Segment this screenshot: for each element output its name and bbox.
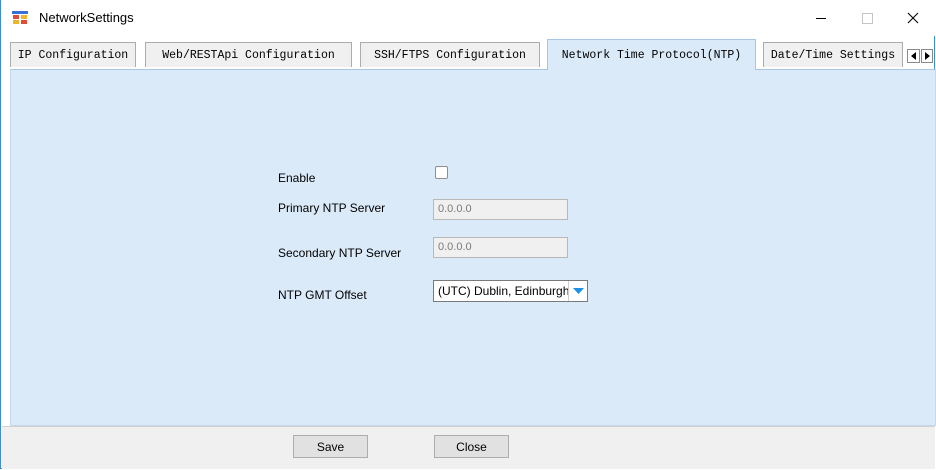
tab-web-restapi-configuration[interactable]: Web/RESTApi Configuration <box>145 42 352 67</box>
ntp-gmt-offset-select[interactable]: (UTC) Dublin, Edinburgh, <box>433 280 588 302</box>
minimize-icon <box>816 18 826 19</box>
save-button[interactable]: Save <box>293 435 368 458</box>
ntp-settings-panel: Enable Primary NTP Server 0.0.0.0 Second… <box>10 69 936 426</box>
close-icon <box>907 12 919 24</box>
dropdown-button[interactable] <box>568 281 587 301</box>
network-settings-window: NetworkSettings IP Configuration Web/RES… <box>0 0 936 469</box>
tab-network-time-protocol[interactable]: Network Time Protocol(NTP) <box>547 39 756 70</box>
enable-checkbox[interactable] <box>435 166 448 179</box>
secondary-ntp-server-field[interactable]: 0.0.0.0 <box>433 237 568 258</box>
close-window-button[interactable] <box>890 0 936 36</box>
ntp-gmt-offset-value: (UTC) Dublin, Edinburgh, <box>438 284 568 298</box>
network-app-icon <box>12 11 28 25</box>
arrow-right-icon <box>924 52 930 60</box>
close-button[interactable]: Close <box>434 435 509 458</box>
maximize-button[interactable] <box>844 0 890 36</box>
primary-ntp-server-label: Primary NTP Server <box>278 201 386 215</box>
tab-ssh-ftps-configuration[interactable]: SSH/FTPS Configuration <box>360 42 540 67</box>
enable-label: Enable <box>278 171 316 185</box>
primary-ntp-server-field[interactable]: 0.0.0.0 <box>433 199 568 220</box>
secondary-ntp-server-label: Secondary NTP Server <box>278 246 402 260</box>
tab-scroll-right-button[interactable] <box>921 49 933 63</box>
tab-scroll-left-button[interactable] <box>907 49 920 63</box>
maximize-icon <box>861 12 873 24</box>
ntp-gmt-offset-label: NTP GMT Offset <box>278 288 367 302</box>
title-bar: NetworkSettings <box>1 0 936 36</box>
arrow-left-icon <box>911 52 916 60</box>
tab-strip: IP Configuration Web/RESTApi Configurati… <box>1 36 936 70</box>
minimize-button[interactable] <box>798 0 844 36</box>
button-bar: Save Close <box>2 426 935 469</box>
tab-ip-configuration[interactable]: IP Configuration <box>10 42 136 67</box>
tab-date-time-settings[interactable]: Date/Time Settings <box>763 42 903 67</box>
window-title: NetworkSettings <box>39 10 134 25</box>
chevron-down-icon <box>572 287 584 294</box>
